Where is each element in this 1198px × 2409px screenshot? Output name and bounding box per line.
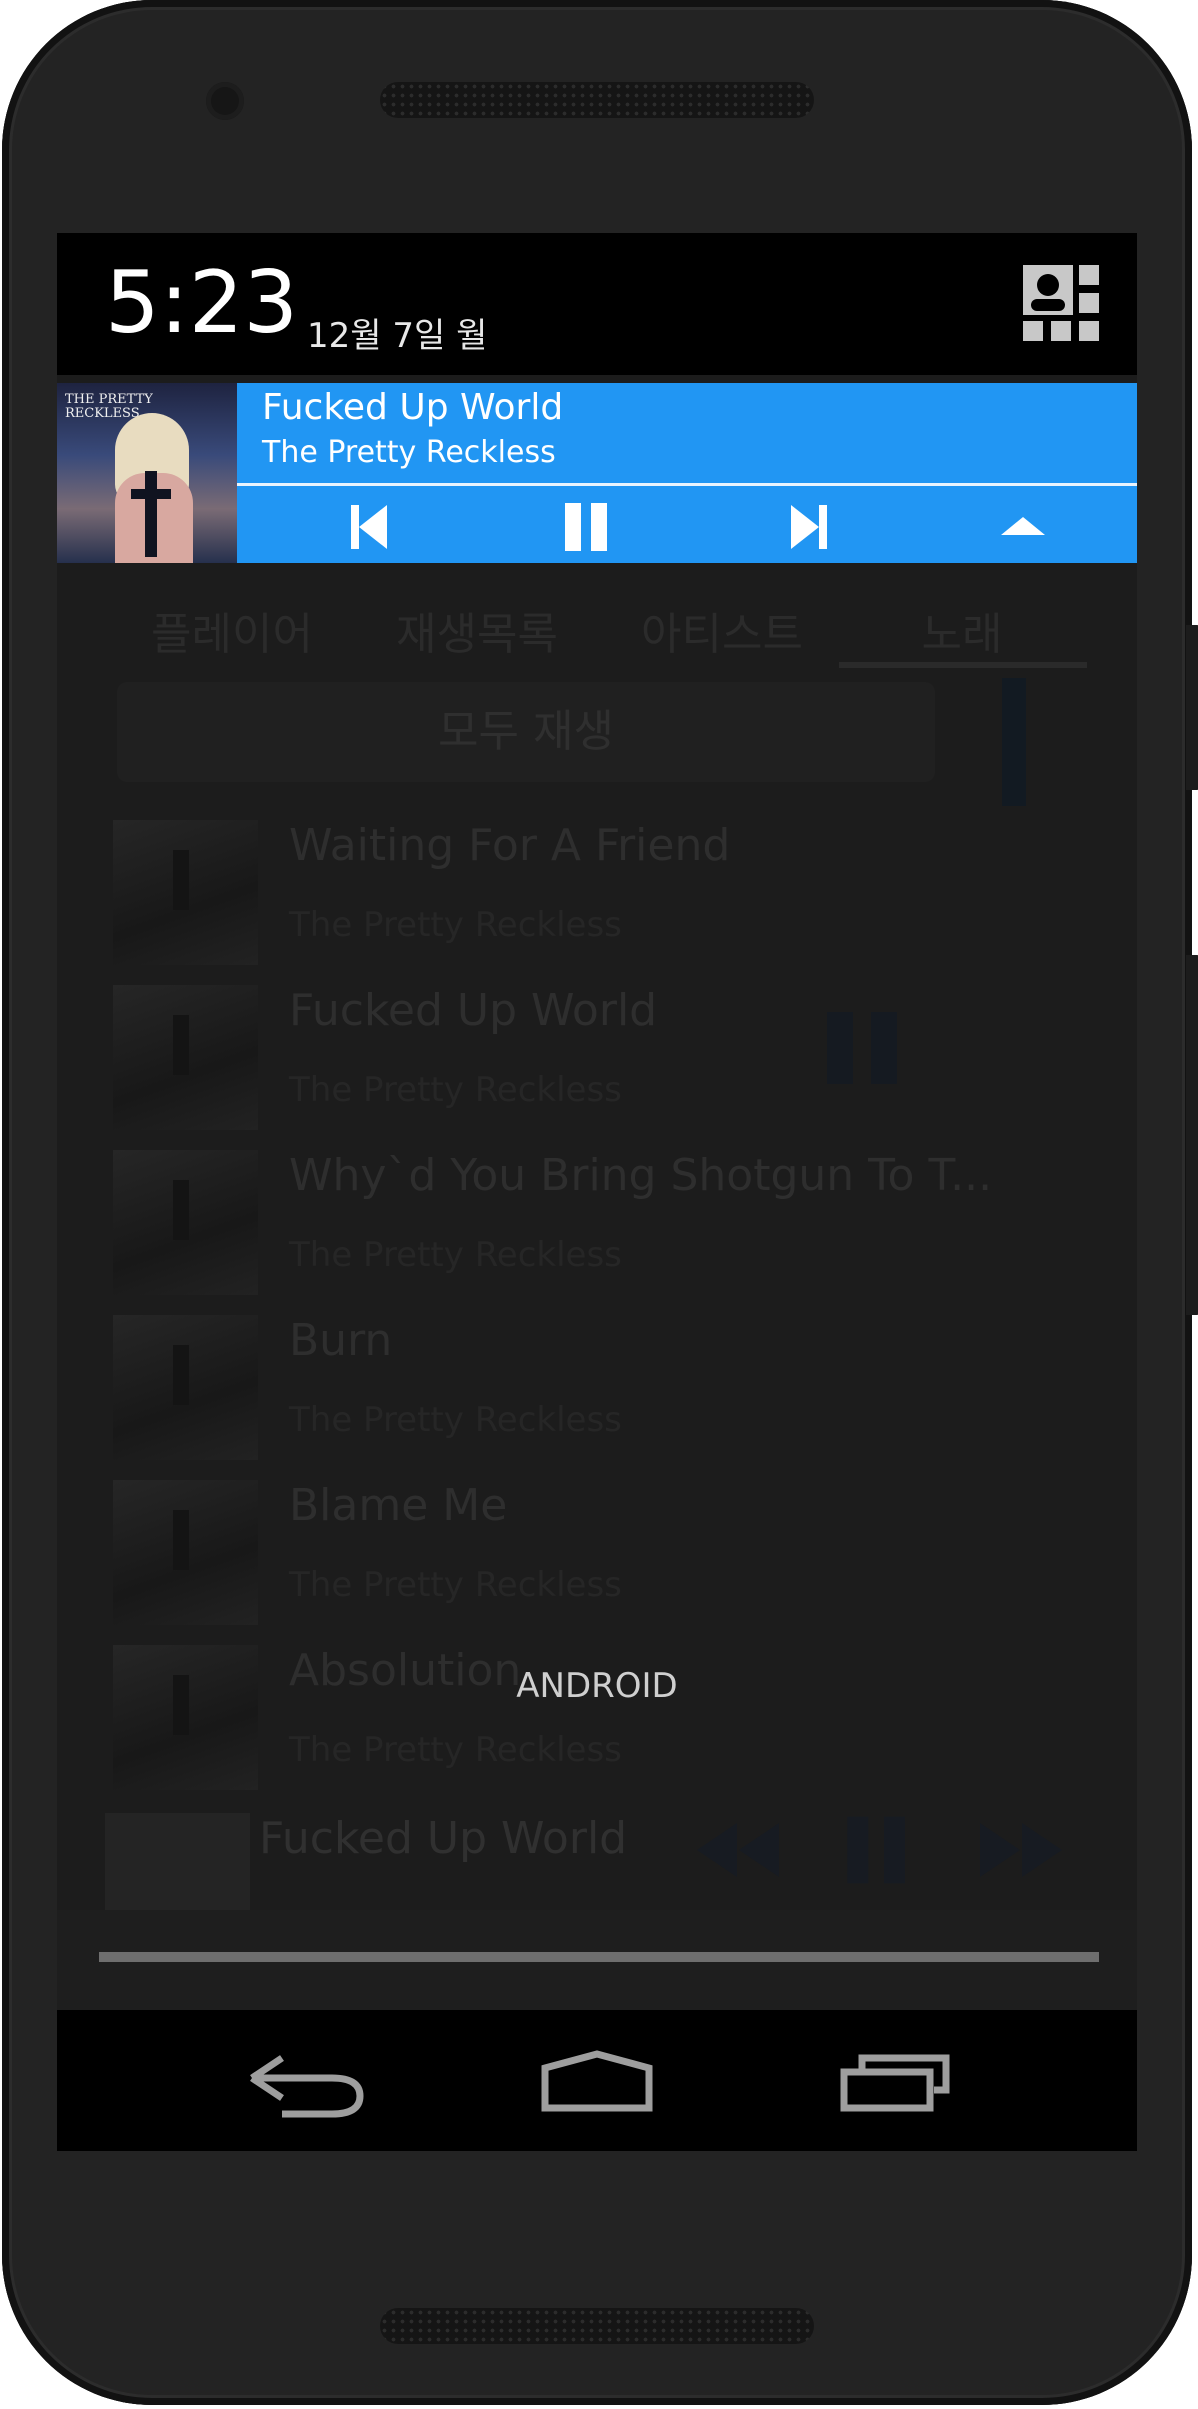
play-all-button[interactable]: 모두 재생	[117, 682, 935, 782]
song-artist: The Pretty Reckless	[289, 1070, 622, 1110]
song-artist: The Pretty Reckless	[289, 1400, 622, 1440]
home-icon[interactable]	[507, 2010, 687, 2151]
album-thumbnail	[113, 820, 258, 965]
divider	[237, 483, 1137, 486]
album-thumbnail	[113, 1480, 258, 1625]
navigation-bar	[57, 2010, 1137, 2151]
song-title: Burn	[289, 1315, 393, 1366]
fast-forward-icon[interactable]	[972, 1815, 1072, 1885]
previous-icon[interactable]	[329, 489, 409, 563]
media-notification[interactable]: THE PRETTY RECKLESS Fucked Up World The P…	[57, 383, 1137, 563]
pause-icon[interactable]	[837, 1815, 917, 1885]
chevron-up-icon[interactable]	[983, 489, 1063, 563]
tab-artist[interactable]: 아티스트	[607, 575, 837, 695]
screen: 플레이어 재생목록 아티스트 노래 모두 재생 Waiting For A Fr…	[57, 233, 1137, 2151]
pause-icon[interactable]	[827, 1012, 899, 1084]
list-item[interactable]: Why`d You Bring Shotgun To T... The Pret…	[57, 1150, 1057, 1295]
back-icon[interactable]	[212, 2010, 392, 2151]
progress-bar[interactable]	[99, 1952, 1099, 1962]
list-item[interactable]: Fucked Up World The Pretty Reckless	[57, 985, 1057, 1130]
song-artist: The Pretty Reckless	[289, 1565, 622, 1605]
song-artist: The Pretty Reckless	[289, 1730, 622, 1770]
song-title: Waiting For A Friend	[289, 820, 731, 871]
tab-indicator	[839, 662, 1087, 668]
pause-icon[interactable]	[547, 489, 627, 563]
list-item[interactable]: Burn The Pretty Reckless	[57, 1315, 1057, 1460]
tab-songs[interactable]: 노래	[857, 575, 1067, 695]
list-scrollbar[interactable]	[1002, 678, 1026, 806]
list-item[interactable]: Blame Me The Pretty Reckless	[57, 1480, 1057, 1625]
bottom-speaker	[380, 2308, 814, 2344]
front-camera	[206, 82, 244, 120]
next-icon[interactable]	[769, 489, 849, 563]
status-bar: 5:23 12월 7일 월	[57, 233, 1137, 375]
progress-area	[57, 1910, 1137, 2010]
list-item[interactable]: Waiting For A Friend The Pretty Reckless	[57, 820, 1057, 965]
album-thumbnail	[113, 1315, 258, 1460]
song-title: Blame Me	[289, 1480, 508, 1531]
notification-song-title: Fucked Up World	[262, 387, 564, 428]
date: 12월 7일 월	[307, 316, 488, 356]
tab-playlist[interactable]: 재생목록	[357, 575, 597, 695]
song-artist: The Pretty Reckless	[289, 905, 622, 945]
notification-artist: The Pretty Reckless	[262, 435, 556, 470]
tab-player[interactable]: 플레이어	[117, 575, 347, 695]
power-button	[1186, 955, 1198, 1315]
song-title: Why`d You Bring Shotgun To T...	[289, 1150, 993, 1201]
album-thumbnail	[113, 1150, 258, 1295]
top-speaker	[380, 82, 814, 118]
quick-settings-icon[interactable]	[1023, 265, 1099, 341]
clock: 5:23	[105, 253, 299, 353]
recents-icon[interactable]	[802, 2010, 982, 2151]
music-app-background: 플레이어 재생목록 아티스트 노래 모두 재생 Waiting For A Fr…	[57, 375, 1137, 2151]
tab-bar: 플레이어 재생목록 아티스트 노래	[57, 575, 1137, 695]
volume-button	[1186, 625, 1198, 790]
album-thumbnail	[113, 985, 258, 1130]
song-artist: The Pretty Reckless	[289, 1235, 622, 1275]
song-title: Fucked Up World	[289, 985, 658, 1036]
mini-player-title: Fucked Up World	[259, 1813, 628, 1864]
rewind-icon[interactable]	[687, 1815, 787, 1885]
album-art: THE PRETTY RECKLESS	[57, 383, 237, 563]
android-watermark: ANDROID	[516, 1666, 678, 1706]
phone-frame: 플레이어 재생목록 아티스트 노래 모두 재생 Waiting For A Fr…	[2, 0, 1198, 2405]
